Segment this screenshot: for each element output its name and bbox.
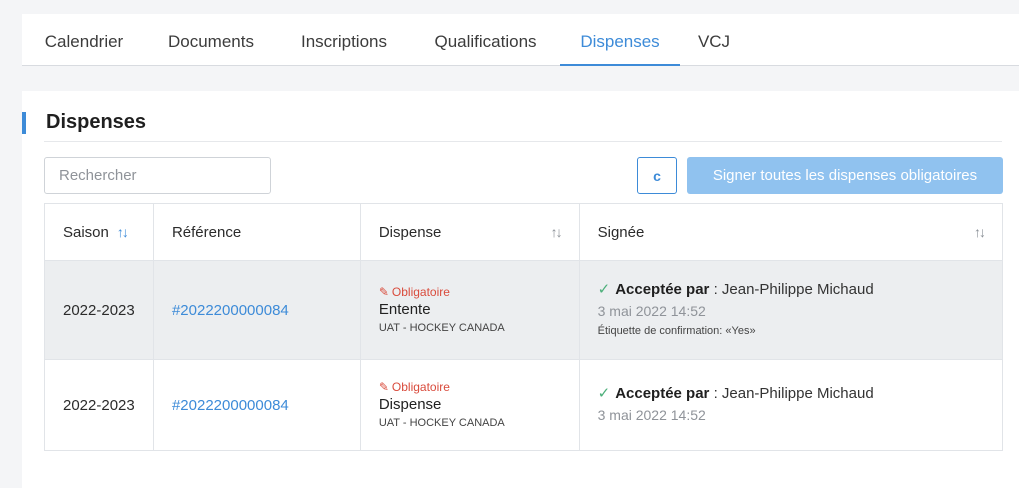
sign-all-mandatory-button[interactable]: Signer toutes les dispenses obligatoires [687, 157, 1003, 194]
accepted-label: Acceptée par [615, 281, 710, 298]
refresh-icon: c [653, 167, 661, 184]
pen-icon: ✎ [378, 284, 389, 299]
tab-inscriptions[interactable]: Inscriptions [293, 14, 395, 66]
check-icon: ✓ [597, 281, 611, 298]
cell-signee: ✓ Acceptée par : Jean-Philippe Michaud 3 … [578, 359, 1004, 451]
dispense-name: Dispense [378, 395, 442, 413]
cell-dispense: ✎ Obligatoire Dispense UAT - HOCKEY CANAD… [359, 359, 580, 451]
mandatory-badge: ✎ Obligatoire [379, 284, 561, 300]
check-icon: ✓ [597, 385, 611, 402]
reference-link[interactable]: #2022200000084 [172, 397, 289, 414]
header-reference: Référence [152, 203, 361, 261]
header-signee-label: Signée [597, 223, 645, 241]
cell-saison: 2022-2023 [44, 260, 154, 360]
sort-icon[interactable]: ↑↓ [974, 224, 986, 240]
accepted-by: : Jean-Philippe Michaud [709, 385, 874, 402]
header-saison[interactable]: Saison ↑↓ [44, 203, 154, 261]
accepted-line: ✓ Acceptée par : Jean-Philippe Michaud [598, 280, 984, 300]
header-saison-label: Saison [63, 223, 109, 241]
table-row: 2022-2023 #2022200000084 ✎ Obligatoire Di… [44, 359, 1004, 451]
accepted-line: ✓ Acceptée par : Jean-Philippe Michaud [598, 384, 984, 404]
refresh-button[interactable]: c [637, 157, 677, 194]
dispense-organization: UAT - HOCKEY CANADA [378, 321, 505, 334]
signature-date: 3 mai 2022 14:52 [597, 303, 706, 319]
header-signee[interactable]: Signée ↑↓ [578, 203, 1004, 261]
cell-signee: ✓ Acceptée par : Jean-Philippe Michaud 3 … [578, 260, 1004, 360]
dispense-organization: UAT - HOCKEY CANADA [378, 416, 505, 429]
accepted-by: : Jean-Philippe Michaud [709, 281, 874, 298]
dispenses-table: Saison ↑↓ Référence Dispense ↑↓ Signée ↑↓ 2… [44, 203, 1004, 451]
title-divider [44, 141, 1002, 142]
mandatory-label: Obligatoire [391, 284, 450, 299]
search-input[interactable] [44, 157, 271, 194]
pen-icon: ✎ [378, 379, 389, 394]
cell-dispense: ✎ Obligatoire Entente UAT - HOCKEY CANADA [359, 260, 580, 360]
title-accent-bar [22, 112, 26, 134]
accepted-label: Acceptée par [615, 385, 710, 402]
dispense-name: Entente [378, 300, 431, 318]
tab-bar: Calendrier Documents Inscriptions Qualif… [22, 14, 1019, 66]
header-reference-label: Référence [171, 223, 242, 241]
signature-date: 3 mai 2022 14:52 [597, 407, 706, 423]
reference-link[interactable]: #2022200000084 [172, 302, 289, 319]
confirmation-label: Étiquette de confirmation: «Yes» [597, 325, 756, 337]
tab-documents[interactable]: Documents [159, 14, 263, 66]
header-dispense-label: Dispense [378, 223, 442, 241]
dispenses-panel: Dispenses c Signer toutes les dispenses … [22, 91, 1019, 488]
header-dispense[interactable]: Dispense ↑↓ [359, 203, 580, 261]
mandatory-badge: ✎ Obligatoire [379, 379, 561, 395]
tab-qualifications[interactable]: Qualifications [425, 14, 546, 66]
sort-icon[interactable]: ↑↓ [117, 224, 129, 240]
tab-calendrier[interactable]: Calendrier [39, 14, 129, 66]
table-row: 2022-2023 #2022200000084 ✎ Obligatoire En… [44, 260, 1004, 360]
sort-icon[interactable]: ↑↓ [551, 224, 563, 240]
mandatory-label: Obligatoire [391, 379, 450, 394]
cell-saison: 2022-2023 [44, 359, 154, 451]
panel-title: Dispenses [46, 111, 147, 133]
tab-vcj[interactable]: VCJ [694, 14, 734, 66]
tab-dispenses[interactable]: Dispenses [560, 14, 680, 66]
